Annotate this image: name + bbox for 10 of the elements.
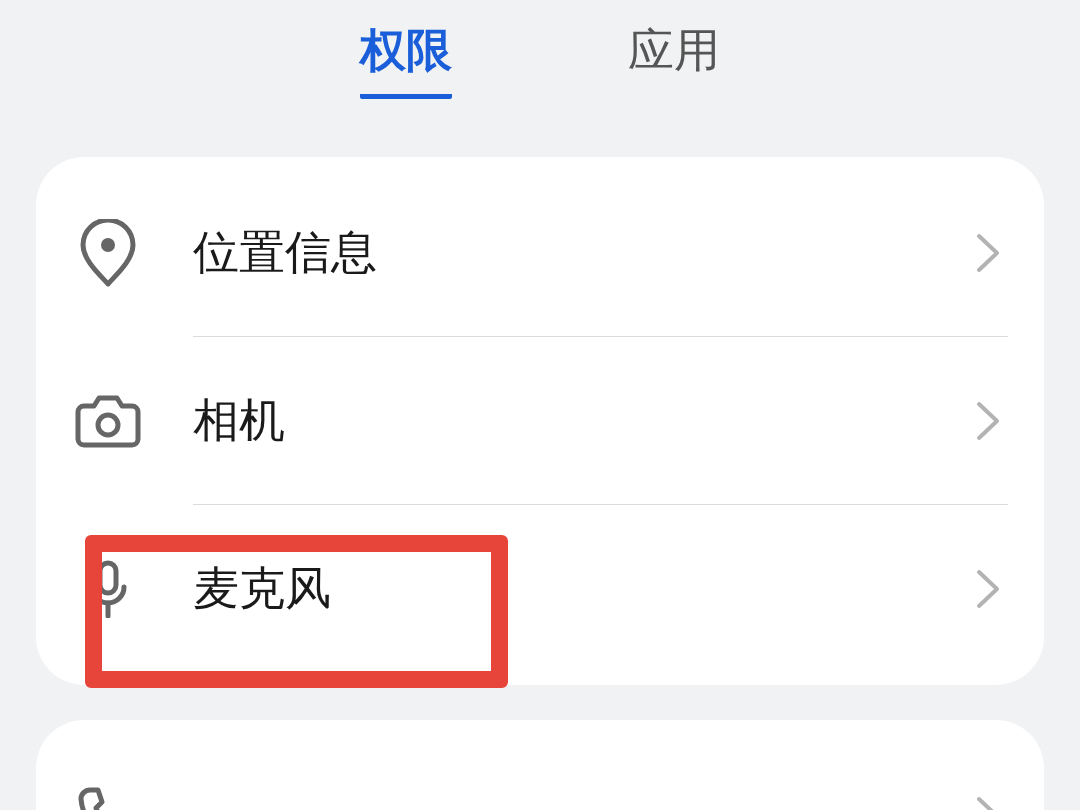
tab[interactable]: 权限	[360, 22, 452, 99]
location-pin-icon	[80, 219, 136, 287]
permission-label[interactable]: 位置信息	[193, 221, 377, 284]
permission-label[interactable]: 相机	[193, 389, 285, 452]
camera-icon	[75, 394, 141, 448]
chevron-right-icon	[976, 232, 1000, 273]
permission-label[interactable]: 麦克风	[193, 558, 331, 620]
tab[interactable]: 应用	[628, 22, 720, 99]
chevron-right-icon	[976, 569, 1000, 609]
chevron-right-icon	[976, 400, 1000, 441]
